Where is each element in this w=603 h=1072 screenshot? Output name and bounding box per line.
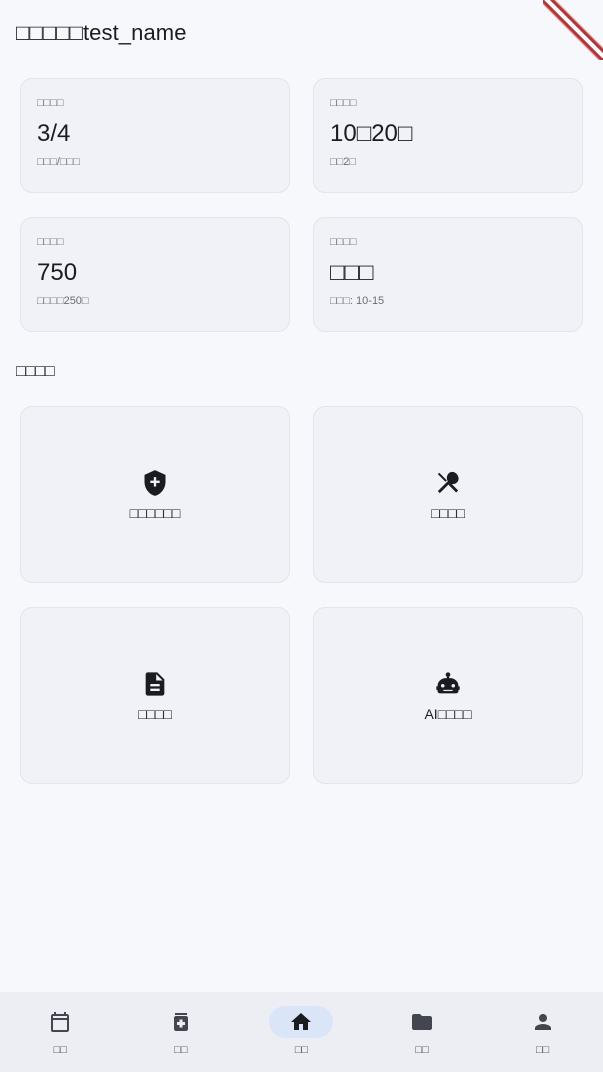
nav-item-medication[interactable]: □□ bbox=[121, 992, 242, 1072]
action-label: □□□□□□ bbox=[129, 504, 181, 521]
nav-label: □□ bbox=[536, 1044, 550, 1056]
action-label: AI□□□□ bbox=[424, 705, 472, 722]
stat-value: □□□ bbox=[330, 259, 374, 286]
medication-icon bbox=[173, 1013, 188, 1031]
stat-value: 10□20□ bbox=[330, 120, 413, 147]
bottom-navigation-bar: □□ □□ □□ □□ □□ bbox=[0, 992, 603, 1072]
stat-subtext: □□□: 10-15 bbox=[330, 295, 385, 307]
document-icon bbox=[145, 671, 165, 696]
stat-value: 3/4 bbox=[37, 120, 71, 147]
stat-value: 750 bbox=[37, 259, 78, 286]
nav-item-profile[interactable]: □□ bbox=[482, 992, 603, 1072]
action-label: □□□□ bbox=[431, 504, 465, 521]
nav-active-indicator bbox=[269, 1006, 334, 1038]
nav-item-home[interactable]: □□ bbox=[241, 992, 362, 1072]
stat-card-4: □□□□ □□□ □□□: 10-15 bbox=[313, 217, 583, 332]
nav-label: □□ bbox=[174, 1044, 188, 1056]
calendar-icon bbox=[51, 1012, 70, 1032]
action-label: □□□□ bbox=[138, 705, 172, 722]
stat-card-3: □□□□ 750 □□□□250□ bbox=[20, 217, 290, 332]
folder-icon bbox=[412, 1014, 433, 1030]
stat-label: □□□□ bbox=[37, 236, 64, 248]
robot-icon bbox=[436, 671, 460, 693]
stat-label: □□□□ bbox=[330, 236, 357, 248]
home-icon bbox=[291, 1013, 312, 1030]
stat-subtext: □□2□ bbox=[330, 156, 357, 168]
debug-banner bbox=[543, 0, 603, 60]
action-card-diet[interactable]: □□□□ bbox=[313, 406, 583, 583]
stat-card-2: □□□□ 10□20□ □□2□ bbox=[313, 78, 583, 193]
stat-label: □□□□ bbox=[37, 97, 64, 109]
app-screen: □□□□□test_name □□□□ 3/4 □□□/□□□ □□□□ 10□… bbox=[0, 0, 603, 1072]
action-card-health[interactable]: □□□□□□ bbox=[20, 406, 290, 583]
section-title: □□□□ bbox=[16, 363, 55, 380]
person-icon bbox=[534, 1014, 551, 1030]
action-card-records[interactable]: □□□□ bbox=[20, 607, 290, 784]
stat-subtext: □□□□250□ bbox=[37, 295, 89, 307]
restaurant-icon bbox=[437, 471, 459, 493]
shield-plus-icon bbox=[144, 469, 166, 496]
page-title: □□□□□test_name bbox=[16, 20, 187, 45]
nav-item-folder[interactable]: □□ bbox=[362, 992, 483, 1072]
stat-card-1: □□□□ 3/4 □□□/□□□ bbox=[20, 78, 290, 193]
action-card-ai[interactable]: AI□□□□ bbox=[313, 607, 583, 784]
nav-label: □□ bbox=[415, 1044, 429, 1056]
nav-label: □□ bbox=[294, 1044, 309, 1056]
nav-label: □□ bbox=[53, 1044, 67, 1056]
nav-item-calendar[interactable]: □□ bbox=[0, 992, 121, 1072]
stat-label: □□□□ bbox=[330, 97, 357, 109]
stat-subtext: □□□/□□□ bbox=[37, 156, 80, 168]
